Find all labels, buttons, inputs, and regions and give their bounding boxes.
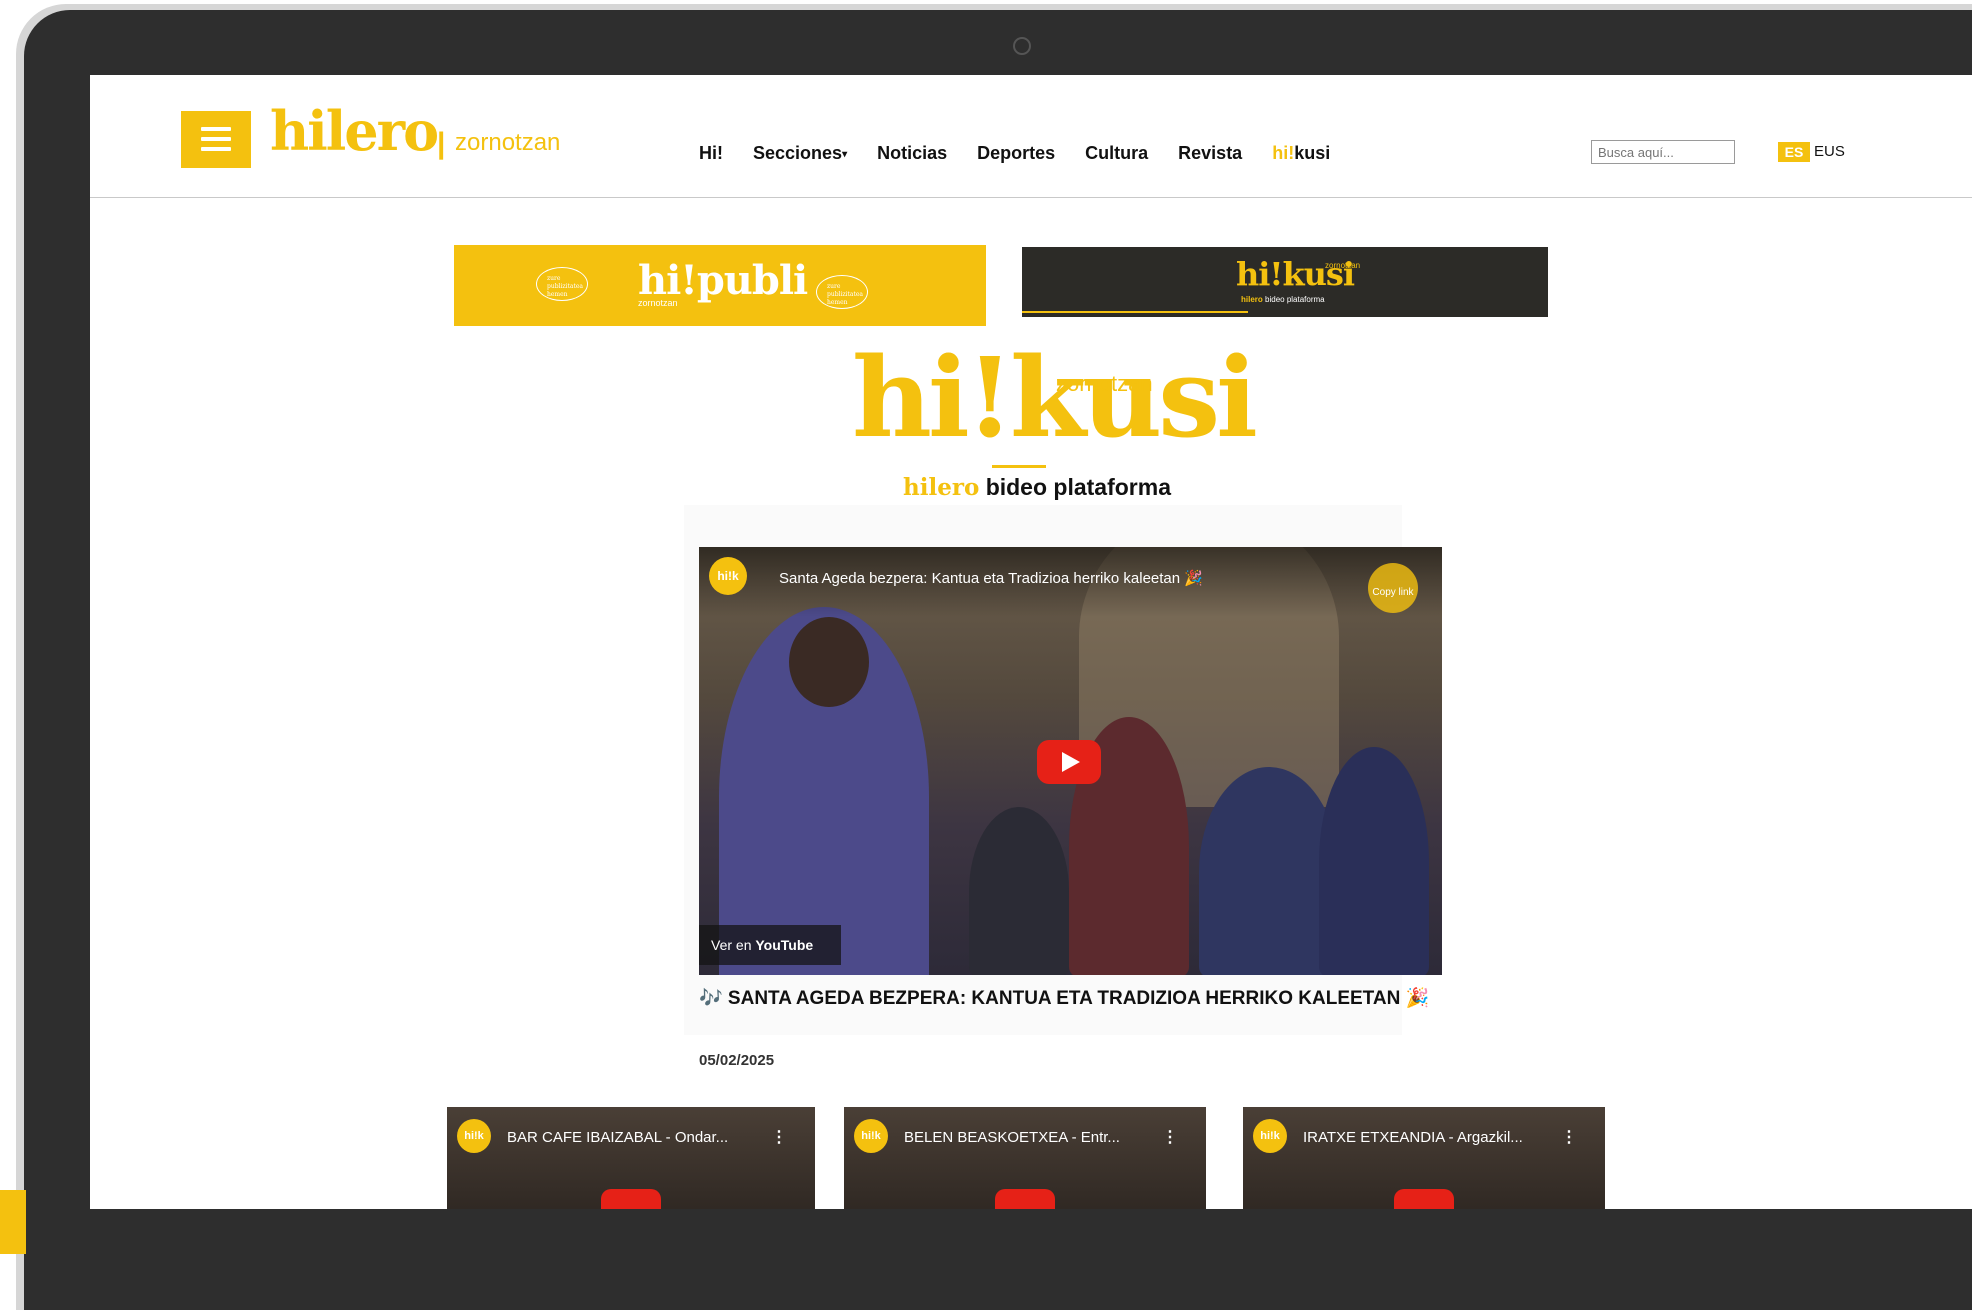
youtube-icon: YouTube — [755, 937, 814, 953]
video-thumbnail[interactable]: hi!k IRATXE ETXEANDIA - Argazkil... ⋮ — [1243, 1107, 1605, 1209]
main-nav: Hi! Secciones▾ Noticias Deportes Cultura… — [699, 143, 1360, 164]
nav-item-noticias[interactable]: Noticias — [877, 143, 947, 164]
channel-avatar[interactable]: hi!k — [709, 557, 747, 595]
play-icon[interactable] — [995, 1189, 1055, 1209]
chevron-down-icon: ▾ — [842, 148, 848, 160]
hikusi-logo-town: zornotzan — [1056, 371, 1153, 396]
site-header: hilero | zornotzan Hi! Secciones▾ Notici… — [90, 75, 1972, 198]
hikusi-banner-town: zornotzan — [1325, 261, 1361, 270]
channel-avatar: hi!k — [1253, 1119, 1287, 1153]
nav-item-secciones[interactable]: Secciones▾ — [753, 143, 847, 164]
video-thumbnail[interactable]: hi!k BELEN BEASKOETXEA - Entr... ⋮ — [844, 1107, 1206, 1209]
browser-viewport: hilero | zornotzan Hi! Secciones▾ Notici… — [90, 75, 1972, 1209]
logo-separator: | — [437, 127, 446, 160]
featured-video-heading[interactable]: 🎶 SANTA AGEDA BEZPERA: KANTUA ETA TRADIZ… — [699, 985, 1459, 1013]
hipubli-brand: hi!publi — [638, 257, 808, 304]
hikusi-logo: hi!kusi — [852, 333, 1258, 462]
nav-item-revista[interactable]: Revista — [1178, 143, 1242, 164]
video-scene-person-head — [789, 617, 869, 707]
hikusi-subtitle: hilero bideo plataforma — [903, 474, 1171, 501]
video-scene-person — [1319, 747, 1429, 975]
hamburger-menu-button[interactable] — [181, 111, 251, 168]
hikusi-banner[interactable]: hi!kusi zornotzan hilero bideo plataform… — [1022, 247, 1548, 317]
language-eus-button[interactable]: EUS — [1814, 142, 1845, 162]
banner-bubble-right: zure publizitatea hemen — [816, 275, 868, 309]
language-es-button[interactable]: ES — [1778, 142, 1810, 162]
nav-item-hi[interactable]: Hi! — [699, 143, 723, 164]
copy-link-button[interactable]: Copy link — [1368, 563, 1418, 613]
nav-item-hikusi[interactable]: hi!kusi — [1272, 143, 1330, 164]
nav-item-deportes[interactable]: Deportes — [977, 143, 1055, 164]
video-thumbnail[interactable]: hi!k BAR CAFE IBAIZABAL - Ondar... ⋮ — [447, 1107, 815, 1209]
play-icon[interactable] — [601, 1189, 661, 1209]
search-input[interactable] — [1591, 140, 1735, 164]
video-scene-person — [969, 807, 1069, 975]
hipubli-town: zornotzan — [638, 298, 678, 308]
banner-progress-bar — [1022, 311, 1248, 313]
watch-on-youtube-button[interactable]: Ver en YouTube — [699, 925, 841, 965]
featured-video-player[interactable]: hi!k Santa Ageda bezpera: Kantua eta Tra… — [699, 547, 1442, 975]
logo-town: zornotzan — [455, 129, 561, 156]
video-overlay-title[interactable]: Santa Ageda bezpera: Kantua eta Tradizio… — [779, 569, 1203, 587]
more-options-icon[interactable]: ⋮ — [1561, 1127, 1577, 1147]
channel-avatar: hi!k — [457, 1119, 491, 1153]
site-logo[interactable]: hilero — [270, 99, 439, 163]
more-options-icon[interactable]: ⋮ — [771, 1127, 787, 1147]
decorative-yellow-corner — [0, 1190, 26, 1254]
play-icon[interactable] — [1037, 740, 1101, 784]
featured-video-date: 05/02/2025 — [699, 1052, 775, 1069]
hikusi-logo-underline — [992, 465, 1046, 468]
thumbnail-title: BAR CAFE IBAIZABAL - Ondar... — [507, 1129, 729, 1146]
video-scene-person — [1199, 767, 1339, 975]
thumbnail-title: IRATXE ETXEANDIA - Argazkil... — [1303, 1129, 1523, 1146]
nav-item-cultura[interactable]: Cultura — [1085, 143, 1148, 164]
more-options-icon[interactable]: ⋮ — [1162, 1127, 1178, 1147]
channel-avatar: hi!k — [854, 1119, 888, 1153]
hikusi-banner-subtitle: hilero bideo plataforma — [1241, 295, 1325, 304]
webcam — [1013, 37, 1031, 55]
play-icon[interactable] — [1394, 1189, 1454, 1209]
hipubli-banner[interactable]: zure publizitatea hemen hi!publi zornotz… — [454, 245, 986, 326]
banner-bubble-left: zure publizitatea hemen — [536, 267, 588, 301]
thumbnail-title: BELEN BEASKOETXEA - Entr... — [904, 1129, 1120, 1146]
